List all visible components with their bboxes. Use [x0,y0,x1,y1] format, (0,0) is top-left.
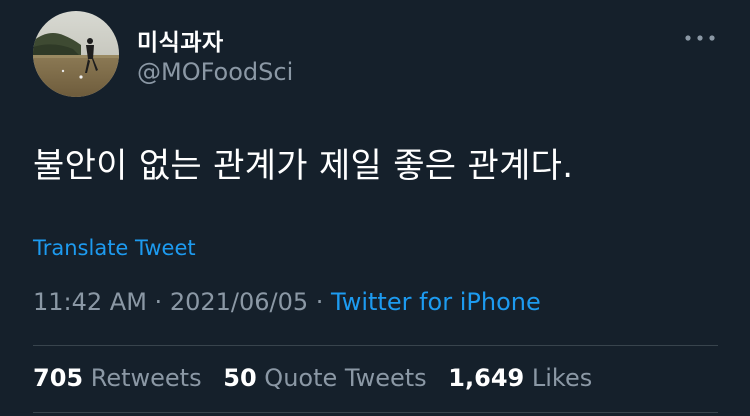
likes-label: Likes [531,364,593,392]
tweet-source-link[interactable]: Twitter for iPhone [331,288,541,316]
divider [33,345,718,346]
tweet-text: 불안이 없는 관계가 제일 좋은 관계다. [33,146,574,186]
meta-separator: · [308,288,332,316]
avatar[interactable] [33,11,119,97]
quote-tweets-stat[interactable]: 50 Quote Tweets [223,364,426,392]
meta-separator: · [146,288,170,316]
engagement-stats: 705 Retweets 50 Quote Tweets 1,649 Likes [33,364,606,392]
likes-stat[interactable]: 1,649 Likes [448,364,592,392]
display-name[interactable]: 미식과자 [137,23,224,57]
more-horizontal-icon[interactable] [684,30,716,46]
tweet-meta: 11:42 AM · 2021/06/05 · Twitter for iPho… [33,288,541,316]
tweet-time[interactable]: 11:42 AM [33,288,147,316]
quote-tweets-count: 50 [223,364,257,392]
quote-tweets-label: Quote Tweets [264,364,427,392]
likes-count: 1,649 [448,364,525,392]
tweet-detail: 미식과자 @MOFoodSci 불안이 없는 관계가 제일 좋은 관계다. Tr… [0,0,750,416]
retweets-stat[interactable]: 705 Retweets [33,364,202,392]
user-handle[interactable]: @MOFoodSci [137,58,293,86]
tweet-date[interactable]: 2021/06/05 [170,288,308,316]
divider [33,412,718,413]
translate-tweet-link[interactable]: Translate Tweet [33,236,196,260]
retweets-label: Retweets [90,364,202,392]
profile-photo [33,11,119,97]
retweets-count: 705 [33,364,84,392]
